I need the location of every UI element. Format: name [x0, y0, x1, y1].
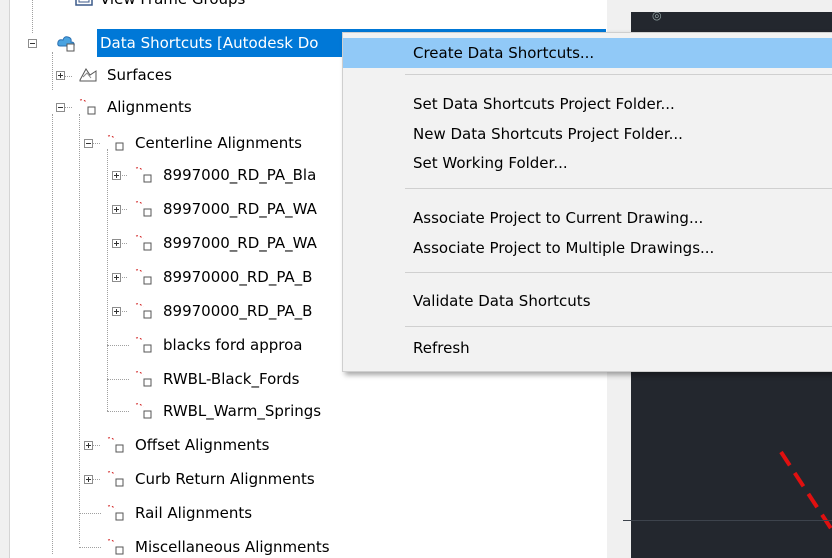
tree-item-label: 89970000_RD_PA_B [163, 302, 313, 320]
alignment-dash-line [779, 450, 832, 532]
tree-item-offset-alignments[interactable]: Offset Alignments [10, 433, 410, 457]
tree-item-view-frame-groups[interactable]: View Frame Groups [10, 0, 600, 11]
tree-item-surfaces[interactable]: Surfaces [10, 63, 340, 87]
tree-item-curb-return-alignments[interactable]: Curb Return Alignments [10, 467, 410, 491]
alignment-icon [135, 167, 152, 183]
surface-icon [79, 68, 97, 82]
menu-item-create-data-shortcuts[interactable]: Create Data Shortcuts... [343, 38, 832, 68]
menu-item-label: New Data Shortcuts Project Folder... [413, 125, 683, 143]
tree-item-label: Data Shortcuts [Autodesk Do [100, 34, 319, 52]
menu-item-set-project-folder[interactable]: Set Data Shortcuts Project Folder... [343, 89, 832, 119]
tree-item-alignment[interactable]: 8997000_RD_PA_WA [10, 231, 340, 255]
tree-item-label: Centerline Alignments [135, 134, 302, 152]
menu-item-validate[interactable]: Validate Data Shortcuts [343, 286, 832, 316]
tree-item-misc-alignments[interactable]: Miscellaneous Alignments [10, 535, 410, 558]
left-panel-edge [0, 0, 10, 558]
data-shortcuts-cloud-icon [57, 36, 75, 52]
menu-item-set-working-folder[interactable]: Set Working Folder... [343, 148, 832, 178]
tree-item-alignment[interactable]: 8997000_RD_PA_Bla [10, 163, 340, 187]
menu-item-label: Associate Project to Multiple Drawings..… [413, 239, 715, 257]
view-frame-group-icon [75, 0, 93, 6]
tree-item-alignment[interactable]: RWBL-Black_Fords [10, 367, 340, 391]
menu-item-associate-multiple[interactable]: Associate Project to Multiple Drawings..… [343, 233, 832, 263]
context-menu: Create Data Shortcuts... Set Data Shortc… [342, 32, 832, 372]
menu-item-label: Set Working Folder... [413, 154, 568, 172]
alignment-icon [107, 471, 124, 487]
tree-item-label: RWBL_Warm_Springs [163, 402, 322, 420]
menu-separator [405, 74, 832, 75]
alignment-icon [107, 437, 124, 453]
alignment-icon [135, 269, 152, 285]
menu-item-new-project-folder[interactable]: New Data Shortcuts Project Folder... [343, 119, 832, 149]
menu-item-refresh[interactable]: Refresh [343, 333, 832, 363]
viewport-rule [623, 520, 832, 521]
tree-item-alignment[interactable]: 89970000_RD_PA_B [10, 265, 340, 289]
tree-item-alignments[interactable]: Alignments [10, 95, 340, 119]
tree-item-alignment[interactable]: blacks ford approa [10, 333, 340, 357]
tree-item-label: 8997000_RD_PA_WA [163, 200, 317, 218]
tree-item-rail-alignments[interactable]: Rail Alignments [10, 501, 410, 525]
tree-item-label: Offset Alignments [135, 436, 270, 454]
alignment-icon [135, 303, 152, 319]
tree-item-label: View Frame Groups [100, 0, 245, 11]
alignment-icon [107, 539, 124, 555]
tree-item-centerline-alignments[interactable]: Centerline Alignments [10, 131, 340, 155]
tree-item-alignment[interactable]: 8997000_RD_PA_WA [10, 197, 340, 221]
tree-item-label: 8997000_RD_PA_WA [163, 234, 317, 252]
menu-item-label: Validate Data Shortcuts [413, 292, 591, 310]
tree-item-label: Miscellaneous Alignments [135, 538, 330, 556]
menu-separator [405, 272, 832, 273]
menu-separator [405, 188, 832, 189]
tree-item-alignment[interactable]: RWBL_Warm_Springs [10, 399, 410, 423]
tree-item-alignment[interactable]: 89970000_RD_PA_B [10, 299, 340, 323]
tree-item-label: Curb Return Alignments [135, 470, 315, 488]
menu-item-label: Refresh [413, 339, 470, 357]
tree-item-label: Alignments [107, 98, 192, 116]
viewcube-glyph-icon: ◎ [652, 9, 662, 22]
menu-item-associate-current[interactable]: Associate Project to Current Drawing... [343, 203, 832, 233]
menu-item-label: Set Data Shortcuts Project Folder... [413, 95, 675, 113]
alignment-icon [107, 505, 124, 521]
tree-item-label: 89970000_RD_PA_B [163, 268, 313, 286]
menu-item-label: Associate Project to Current Drawing... [413, 209, 704, 227]
menu-separator [405, 326, 832, 327]
menu-item-label: Create Data Shortcuts... [413, 44, 595, 62]
tree-item-label: blacks ford approa [163, 336, 303, 354]
alignment-icon [135, 235, 152, 251]
alignment-icon [135, 337, 152, 353]
alignment-icon [79, 99, 96, 115]
tree-item-label: Rail Alignments [135, 504, 253, 522]
tree-item-label: Surfaces [107, 66, 172, 84]
tree-item-label: RWBL-Black_Fords [163, 370, 300, 388]
alignment-icon [107, 135, 124, 151]
tree-item-label: 8997000_RD_PA_Bla [163, 166, 317, 184]
alignment-icon [135, 403, 152, 419]
alignment-icon [135, 201, 152, 217]
alignment-icon [135, 371, 152, 387]
